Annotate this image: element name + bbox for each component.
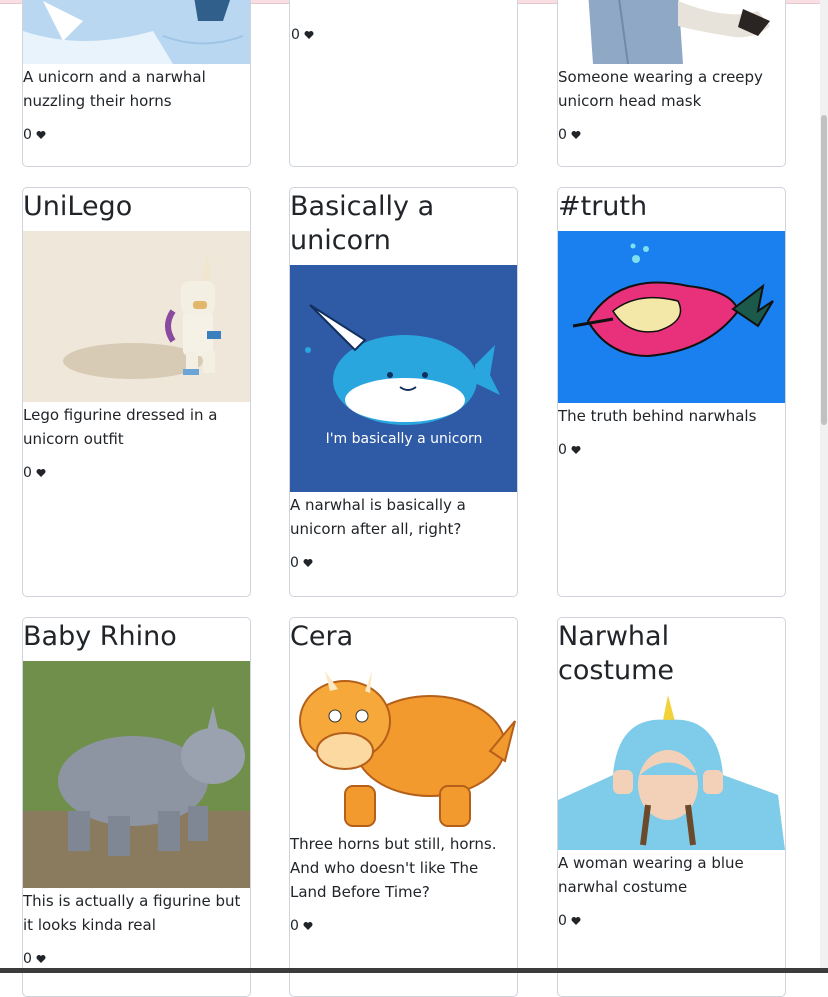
card-description: Lego figurine dressed in a unicorn outfi… bbox=[23, 406, 218, 448]
like-count[interactable]: 0 bbox=[558, 912, 785, 930]
card-description: A unicorn and a narwhal nuzzling their h… bbox=[23, 68, 206, 110]
heart-icon bbox=[36, 469, 46, 477]
heart-icon bbox=[303, 559, 313, 567]
card-image[interactable] bbox=[558, 695, 785, 850]
card-cera[interactable]: Cera Three horns but still, horns. And w… bbox=[289, 617, 518, 997]
card-unicorn-narwhal[interactable]: A unicorn and a narwhal nuzzling their h… bbox=[22, 0, 251, 167]
card-description: A narwhal is basically a unicorn after a… bbox=[290, 496, 466, 538]
card-title: #truth bbox=[558, 191, 648, 222]
like-count[interactable]: 0 bbox=[23, 950, 250, 968]
bottom-edge bbox=[0, 968, 828, 973]
like-count[interactable]: 0 bbox=[558, 441, 785, 459]
image-caption: I'm basically a unicorn bbox=[326, 431, 483, 447]
card-image[interactable] bbox=[290, 661, 517, 831]
card-image[interactable] bbox=[23, 231, 250, 402]
heart-icon bbox=[304, 31, 314, 39]
card-description: Three horns but still, horns. And who do… bbox=[290, 835, 497, 901]
scrollbar-thumb[interactable] bbox=[821, 115, 827, 425]
card-row1-middle[interactable]: 0 bbox=[289, 0, 518, 167]
heart-icon bbox=[36, 131, 46, 139]
like-count[interactable]: 0 bbox=[558, 126, 785, 144]
card-description: Someone wearing a creepy unicorn head ma… bbox=[558, 68, 763, 110]
card-description: This is actually a figurine but it looks… bbox=[23, 892, 241, 934]
card-title: Basically a unicorn bbox=[290, 191, 435, 256]
card-image[interactable]: I'm basically a unicorn bbox=[290, 265, 517, 492]
card-narwhal-costume[interactable]: Narwhal costume A woman wearing a blue n… bbox=[557, 617, 786, 997]
card-title: Narwhal costume bbox=[558, 621, 675, 686]
like-count[interactable]: 0 bbox=[23, 126, 250, 144]
card-truth[interactable]: #truth The truth behind narwhals 0 bbox=[557, 187, 786, 597]
card-image[interactable] bbox=[558, 231, 785, 403]
card-baby-rhino[interactable]: Baby Rhino This is actually a figurine b… bbox=[22, 617, 251, 997]
card-title: UniLego bbox=[23, 191, 133, 222]
heart-icon bbox=[303, 922, 313, 930]
heart-icon bbox=[571, 131, 581, 139]
card-description: A woman wearing a blue narwhal costume bbox=[558, 854, 744, 896]
card-title: Cera bbox=[290, 621, 354, 652]
like-count[interactable]: 0 bbox=[290, 26, 517, 44]
card-unicorn-mask[interactable]: Someone wearing a creepy unicorn head ma… bbox=[557, 0, 786, 167]
card-basically-a-unicorn[interactable]: Basically a unicorn I'm basically a unic… bbox=[289, 187, 518, 597]
card-description: The truth behind narwhals bbox=[558, 407, 757, 425]
like-count[interactable]: 0 bbox=[290, 554, 517, 572]
card-image[interactable] bbox=[558, 0, 785, 64]
like-count[interactable]: 0 bbox=[23, 464, 250, 482]
card-unilego[interactable]: UniLego Lego figurine dressed in a unico… bbox=[22, 187, 251, 597]
like-count[interactable]: 0 bbox=[290, 917, 517, 935]
card-image[interactable] bbox=[23, 661, 250, 888]
card-image[interactable] bbox=[23, 0, 250, 64]
heart-icon bbox=[36, 955, 46, 963]
card-title: Baby Rhino bbox=[23, 621, 177, 652]
heart-icon bbox=[571, 446, 581, 454]
heart-icon bbox=[571, 917, 581, 925]
